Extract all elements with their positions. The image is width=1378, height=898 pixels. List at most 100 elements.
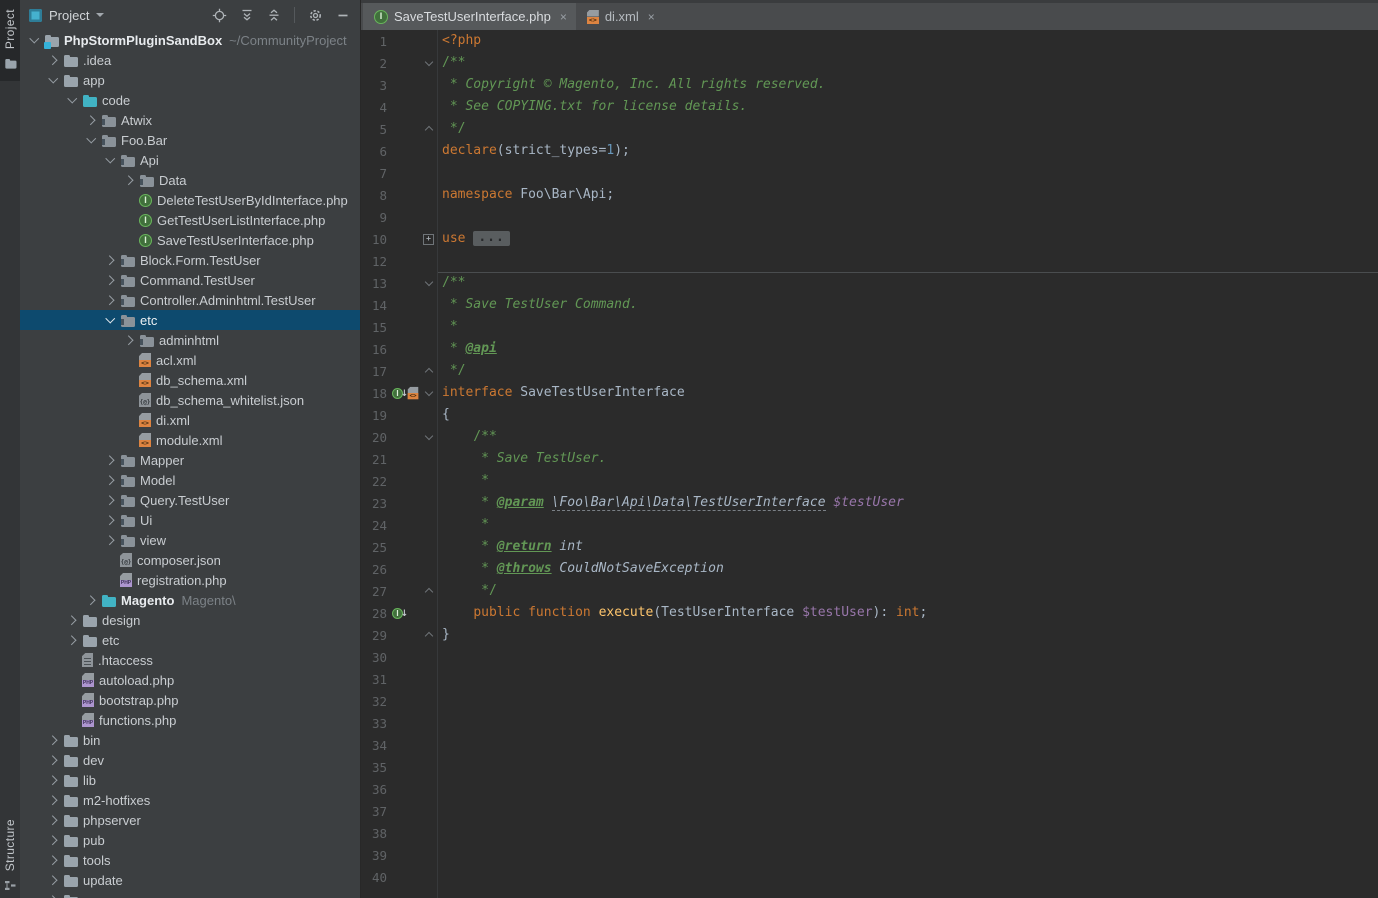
chevron-collapsed-icon[interactable]: [81, 117, 101, 124]
editor-line[interactable]: 30: [361, 646, 1378, 668]
code-text[interactable]: * Copyright © Magento, Inc. All rights r…: [436, 74, 826, 96]
editor-line[interactable]: 22 *: [361, 470, 1378, 492]
chevron-collapsed-icon[interactable]: [100, 297, 120, 304]
select-opened-file-icon[interactable]: [212, 8, 227, 23]
tree-row[interactable]: acl.xml: [20, 350, 360, 370]
editor-line[interactable]: 21 * Save TestUser.: [361, 448, 1378, 470]
tree-row[interactable]: PhpStormPluginSandBox~/CommunityProject: [20, 30, 360, 50]
fold-marker-icon[interactable]: [421, 435, 436, 439]
editor-line[interactable]: 10use ...: [361, 228, 1378, 250]
code-text[interactable]: {: [436, 404, 450, 426]
editor-line[interactable]: 19{: [361, 404, 1378, 426]
editor-line[interactable]: 12: [361, 250, 1378, 272]
tree-row[interactable]: composer.json: [20, 550, 360, 570]
chevron-expanded-icon[interactable]: [100, 158, 120, 162]
editor-line[interactable]: 14 * Save TestUser Command.: [361, 294, 1378, 316]
editor-line[interactable]: 37: [361, 800, 1378, 822]
tree-row[interactable]: db_schema.xml: [20, 370, 360, 390]
tree-row[interactable]: registration.php: [20, 570, 360, 590]
fold-marker-icon[interactable]: [421, 281, 436, 285]
chevron-expanded-icon[interactable]: [24, 38, 44, 42]
tab-close-icon[interactable]: ×: [560, 10, 567, 24]
tree-row[interactable]: bootstrap.php: [20, 690, 360, 710]
editor-line[interactable]: 28 public function execute(TestUserInter…: [361, 602, 1378, 624]
editor-line[interactable]: 5 */: [361, 118, 1378, 140]
chevron-collapsed-icon[interactable]: [119, 337, 139, 344]
fold-marker-icon[interactable]: [421, 61, 436, 65]
code-text[interactable]: public function execute(TestUserInterfac…: [436, 602, 927, 624]
editor-line[interactable]: 8namespace Foo\Bar\Api;: [361, 184, 1378, 206]
hide-icon[interactable]: [336, 8, 350, 22]
tree-row[interactable]: MagentoMagento\: [20, 590, 360, 610]
editor-line[interactable]: 9: [361, 206, 1378, 228]
tree-row[interactable]: DeleteTestUserByIdInterface.php: [20, 190, 360, 210]
chevron-collapsed-icon[interactable]: [81, 597, 101, 604]
settings-icon[interactable]: [308, 8, 323, 23]
code-text[interactable]: * @return int: [436, 536, 583, 558]
code-text[interactable]: /**: [436, 272, 465, 294]
chevron-collapsed-icon[interactable]: [43, 797, 63, 804]
editor-line[interactable]: 20 /**: [361, 426, 1378, 448]
code-text[interactable]: *: [436, 514, 489, 536]
editor-line[interactable]: 18interface SaveTestUserInterface: [361, 382, 1378, 404]
tree-row[interactable]: Model: [20, 470, 360, 490]
chevron-collapsed-icon[interactable]: [100, 517, 120, 524]
implementations-marker-icon[interactable]: [392, 608, 403, 619]
editor-line[interactable]: 16 * @api: [361, 338, 1378, 360]
tree-row[interactable]: autoload.php: [20, 670, 360, 690]
implementations-marker-icon[interactable]: [392, 388, 403, 399]
editor-line[interactable]: 7: [361, 162, 1378, 184]
tree-row[interactable]: .htaccess: [20, 650, 360, 670]
editor-line[interactable]: 13/**: [361, 272, 1378, 294]
editor-line[interactable]: 31: [361, 668, 1378, 690]
tree-row[interactable]: di.xml: [20, 410, 360, 430]
fold-marker-icon[interactable]: [421, 587, 436, 595]
tree-row[interactable]: GetTestUserListInterface.php: [20, 210, 360, 230]
chevron-collapsed-icon[interactable]: [43, 817, 63, 824]
code-text[interactable]: * See COPYING.txt for license details.: [436, 96, 747, 118]
code-text[interactable]: /**: [436, 426, 497, 448]
expand-all-icon[interactable]: [240, 8, 254, 22]
editor-line[interactable]: 29}: [361, 624, 1378, 646]
code-text[interactable]: /**: [436, 52, 465, 74]
code-text[interactable]: *: [436, 470, 489, 492]
chevron-collapsed-icon[interactable]: [100, 477, 120, 484]
chevron-collapsed-icon[interactable]: [100, 277, 120, 284]
editor-tab[interactable]: SaveTestUserInterface.php×: [363, 3, 576, 30]
editor-line[interactable]: 15 *: [361, 316, 1378, 338]
chevron-collapsed-icon[interactable]: [43, 837, 63, 844]
chevron-collapsed-icon[interactable]: [43, 777, 63, 784]
chevron-collapsed-icon[interactable]: [43, 737, 63, 744]
tree-row[interactable]: pub: [20, 830, 360, 850]
project-panel-title[interactable]: Project: [49, 8, 89, 23]
tree-row[interactable]: dev: [20, 750, 360, 770]
editor-line[interactable]: 25 * @return int: [361, 536, 1378, 558]
fold-marker-icon[interactable]: [421, 234, 436, 245]
tree-row[interactable]: Query.TestUser: [20, 490, 360, 510]
fold-marker-icon[interactable]: [421, 631, 436, 639]
code-text[interactable]: *: [436, 316, 458, 338]
tree-row[interactable]: bin: [20, 730, 360, 750]
chevron-expanded-icon[interactable]: [62, 98, 82, 102]
chevron-collapsed-icon[interactable]: [100, 257, 120, 264]
editor-line[interactable]: 23 * @param \Foo\Bar\Api\Data\TestUserIn…: [361, 492, 1378, 514]
xml-config-marker-icon[interactable]: [408, 387, 419, 400]
tree-row[interactable]: lib: [20, 770, 360, 790]
tab-close-icon[interactable]: ×: [648, 10, 655, 24]
tree-row[interactable]: var: [20, 890, 360, 898]
tree-row[interactable]: functions.php: [20, 710, 360, 730]
code-text[interactable]: }: [436, 624, 450, 646]
tree-row[interactable]: adminhtml: [20, 330, 360, 350]
editor-line[interactable]: 38: [361, 822, 1378, 844]
chevron-collapsed-icon[interactable]: [43, 877, 63, 884]
editor-line[interactable]: 4 * See COPYING.txt for license details.: [361, 96, 1378, 118]
fold-marker-icon[interactable]: [421, 391, 436, 395]
tree-row[interactable]: Api: [20, 150, 360, 170]
chevron-collapsed-icon[interactable]: [119, 177, 139, 184]
code-text[interactable]: * Save TestUser Command.: [436, 294, 638, 316]
code-text[interactable]: use ...: [436, 228, 510, 250]
editor-line[interactable]: 3 * Copyright © Magento, Inc. All rights…: [361, 74, 1378, 96]
chevron-collapsed-icon[interactable]: [100, 537, 120, 544]
tree-row[interactable]: module.xml: [20, 430, 360, 450]
code-text[interactable]: */: [436, 580, 497, 602]
